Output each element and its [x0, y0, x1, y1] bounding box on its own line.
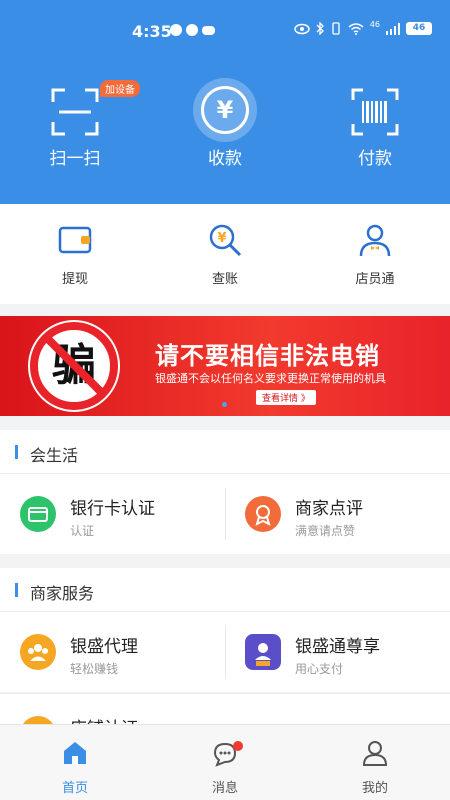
bottom-nav: 首页 消息 我的: [0, 724, 450, 800]
nav-home[interactable]: 首页: [0, 725, 150, 800]
withdraw-label: 提现: [61, 272, 88, 287]
banner-subtitle: 银盛通不会以任何名义要求更换正常使用的机具: [155, 372, 386, 385]
battery-icon: 46: [406, 22, 432, 35]
network-type: 46: [369, 20, 380, 29]
eye-icon: [294, 23, 310, 34]
person-bowtie-icon: [359, 224, 391, 257]
receive-payment-button[interactable]: ¥ 收款: [150, 54, 300, 204]
anti-fraud-banner[interactable]: 骗 请不要相信非法电销 银盛通不会以任何名义要求更换正常使用的机具 查看详情 》: [0, 316, 450, 416]
bluetooth-icon: [316, 22, 324, 35]
life-card-row: 银行卡认证 认证 商家点评 满意请点赞: [0, 474, 450, 554]
agent-card[interactable]: 银盛代理 轻松赚钱: [0, 612, 225, 692]
merchant-card-row: 银盛代理 轻松赚钱 银盛通尊享 用心支付: [0, 612, 450, 692]
wifi-icon: [348, 22, 364, 35]
view-details-button[interactable]: 查看详情 》: [256, 390, 316, 405]
signal-icon: [386, 22, 400, 35]
unread-badge: [233, 741, 243, 751]
nav-label: 首页: [61, 781, 88, 796]
life-section-header: 会生活: [0, 430, 450, 474]
quick-tools: 提现 ¥ 查账 店员通: [0, 204, 450, 304]
svg-text:¥: ¥: [217, 231, 226, 246]
app-notification-icon: [170, 24, 182, 36]
scan-label: 扫一扫: [49, 149, 101, 169]
card-title: 银盛代理: [70, 637, 138, 657]
section-accent-bar: [15, 445, 18, 459]
wallet-icon: [58, 226, 92, 254]
withdraw-button[interactable]: 提现: [0, 204, 150, 304]
no-fraud-icon: 骗: [30, 322, 118, 410]
card-subtitle: 认证: [70, 524, 95, 538]
premium-card[interactable]: 银盛通尊享 用心支付: [225, 612, 450, 692]
card-subtitle: 满意请点赞: [295, 524, 356, 538]
merchant-section-header: 商家服务: [0, 568, 450, 612]
nav-label: 我的: [361, 781, 388, 796]
clerk-button[interactable]: 店员通: [300, 204, 450, 304]
bank-card-auth-card[interactable]: 银行卡认证 认证: [0, 474, 225, 554]
user-icon: [362, 741, 388, 766]
status-right: 46 46: [294, 20, 432, 35]
pay-button[interactable]: 付款: [300, 54, 450, 204]
app-notification-icon: [186, 24, 198, 36]
status-time: 4:35: [132, 22, 172, 41]
card-subtitle: 用心支付: [295, 662, 344, 676]
top-actions: 加设备 扫一扫 ¥ 收款 付款: [0, 54, 450, 204]
yuan-coin-icon: ¥: [193, 78, 257, 142]
pay-label: 付款: [358, 149, 392, 169]
carousel-indicator: [222, 402, 227, 407]
status-bar: 4:35 46 46: [0, 0, 450, 54]
group-icon: [20, 634, 56, 670]
scan-icon: [51, 88, 99, 136]
bank-card-icon: [20, 496, 56, 532]
card-subtitle: 轻松赚钱: [70, 662, 119, 676]
section-title: 会生活: [30, 446, 79, 465]
receive-label: 收款: [208, 149, 242, 169]
check-account-button[interactable]: ¥ 查账: [150, 204, 300, 304]
section-title: 商家服务: [30, 584, 95, 603]
merchant-review-card[interactable]: 商家点评 满意请点赞: [225, 474, 450, 554]
card-title: 银盛通尊享: [295, 637, 380, 657]
card-title: 商家点评: [295, 499, 363, 519]
vibrate-icon: [332, 22, 340, 35]
barcode-icon: [351, 88, 399, 136]
card-title: 银行卡认证: [70, 499, 155, 519]
home-icon: [64, 742, 86, 764]
scan-button[interactable]: 加设备 扫一扫: [0, 54, 150, 204]
vip-badge-icon: [245, 634, 281, 670]
search-yuan-icon: ¥: [209, 224, 242, 257]
nav-messages[interactable]: 消息: [150, 725, 300, 800]
section-accent-bar: [15, 583, 18, 597]
banner-title: 请不要相信非法电销: [155, 342, 380, 370]
status-app-icons: [170, 24, 215, 36]
cloud-icon: [202, 26, 215, 35]
nav-mine[interactable]: 我的: [300, 725, 450, 800]
check-account-label: 查账: [211, 272, 238, 287]
nav-label: 消息: [211, 781, 238, 796]
award-icon: [245, 496, 281, 532]
clerk-label: 店员通: [355, 272, 395, 287]
add-device-badge[interactable]: 加设备: [100, 80, 140, 97]
yuan-symbol: ¥: [201, 86, 249, 134]
